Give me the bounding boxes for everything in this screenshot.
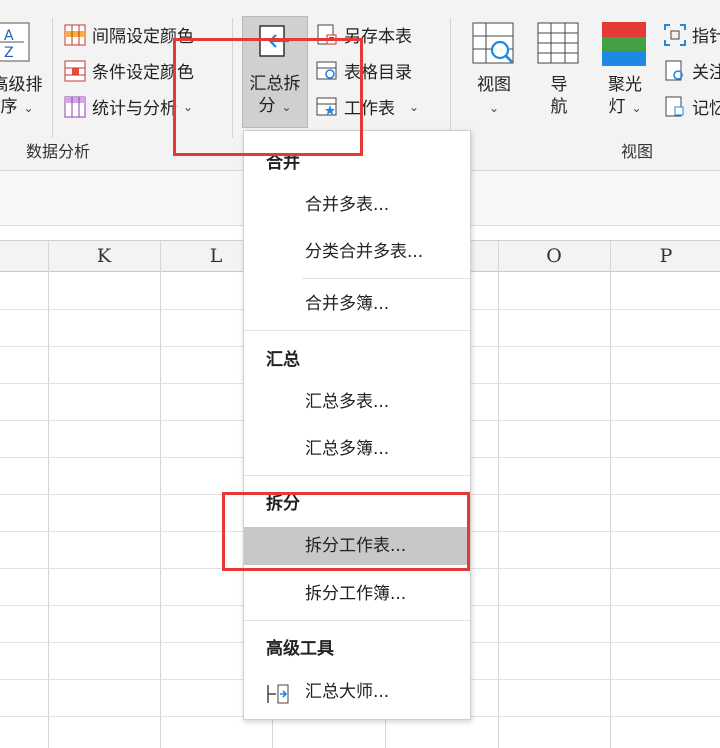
focus-label: 关注 [692, 63, 720, 83]
chevron-down-icon: ⌄ [631, 101, 642, 115]
navigation-button[interactable]: 导 航 [532, 20, 586, 120]
navigation-grid-icon [537, 22, 581, 70]
sort-az-icon: AZ [0, 22, 34, 64]
menu-separator [244, 620, 470, 621]
summary-split-menu: 合并 合并多表... 分类合并多表... 合并多簿... 汇总 汇总多表... … [243, 130, 471, 720]
view-label: 视图 [477, 75, 511, 95]
summary-master-icon [266, 681, 290, 704]
chevron-down-icon: ⌄ [23, 101, 34, 115]
spotlight-label-2: 灯 [608, 97, 626, 117]
memo-page-icon [664, 96, 686, 118]
spotlight-color-icon [602, 22, 646, 66]
menu-separator [302, 278, 470, 279]
menu-item-summary-books[interactable]: 汇总多簿... [244, 430, 470, 468]
navigation-label-2: 航 [550, 97, 568, 117]
pointer-label: 指针 [692, 27, 720, 47]
menu-item-label: 汇总多簿... [305, 439, 390, 459]
pointer-button[interactable]: 指针 [664, 22, 720, 47]
advanced-sort-label-2: 序 [0, 97, 18, 117]
focus-page-icon [664, 60, 686, 82]
spotlight-button[interactable]: 聚光 灯 ⌄ [596, 20, 654, 120]
view-button[interactable]: 视图 ⌄ [466, 20, 522, 120]
advanced-sort-label-1: 高级排 [0, 75, 43, 95]
navigation-label-1: 导 [550, 75, 568, 95]
svg-text:Z: Z [4, 45, 14, 61]
menu-separator [244, 330, 470, 331]
menu-item-label: 合并多表... [305, 195, 390, 215]
ribbon-separator [52, 18, 53, 138]
stat-analysis-label: 统计与分析 [92, 99, 177, 119]
memo-button[interactable]: 记忆 [664, 94, 720, 119]
chevron-down-icon: ⌄ [488, 101, 500, 115]
memo-label: 记忆 [692, 99, 720, 119]
condition-grid-icon [64, 60, 86, 82]
column-header-k[interactable]: K [48, 241, 160, 271]
menu-item-summary-sheets[interactable]: 汇总多表... [244, 383, 470, 421]
stat-table-icon [64, 96, 86, 118]
menu-item-label: 汇总多表... [305, 392, 390, 412]
menu-header-summary: 汇总 [266, 350, 300, 370]
chevron-down-icon: ⌄ [409, 99, 420, 114]
menu-item-merge-books[interactable]: 合并多簿... [244, 285, 470, 323]
pointer-frame-icon [664, 23, 686, 46]
highlight-box-summary-split [173, 38, 363, 156]
menu-item-summary-master[interactable]: 汇总大师... [244, 673, 470, 711]
menu-header-advanced: 高级工具 [266, 639, 334, 659]
column-header-p[interactable]: P [610, 241, 720, 271]
menu-separator [244, 475, 470, 476]
menu-item-label: 拆分工作簿... [305, 584, 407, 604]
ribbon-separator [450, 18, 451, 138]
view-magnifier-icon [472, 22, 516, 70]
menu-item-split-workbook[interactable]: 拆分工作簿... [244, 575, 470, 613]
menu-item-label: 汇总大师... [305, 682, 390, 702]
spotlight-label-1: 聚光 [608, 75, 642, 95]
focus-button[interactable]: 关注 [664, 58, 720, 83]
menu-item-label: 分类合并多表... [305, 242, 424, 262]
menu-item-label: 合并多簿... [305, 294, 390, 314]
grid-color-icon [64, 24, 86, 46]
highlight-box-split-worksheet [222, 492, 470, 571]
advanced-sort-button[interactable]: 高级排 序 ⌄ [0, 74, 46, 119]
column-header-o[interactable]: O [498, 241, 610, 271]
menu-item-merge-by-category[interactable]: 分类合并多表... [244, 233, 470, 271]
menu-item-merge-sheets[interactable]: 合并多表... [244, 186, 470, 224]
group-label-view: 视图 [621, 142, 654, 161]
group-label-data-analysis: 数据分析 [26, 142, 91, 161]
